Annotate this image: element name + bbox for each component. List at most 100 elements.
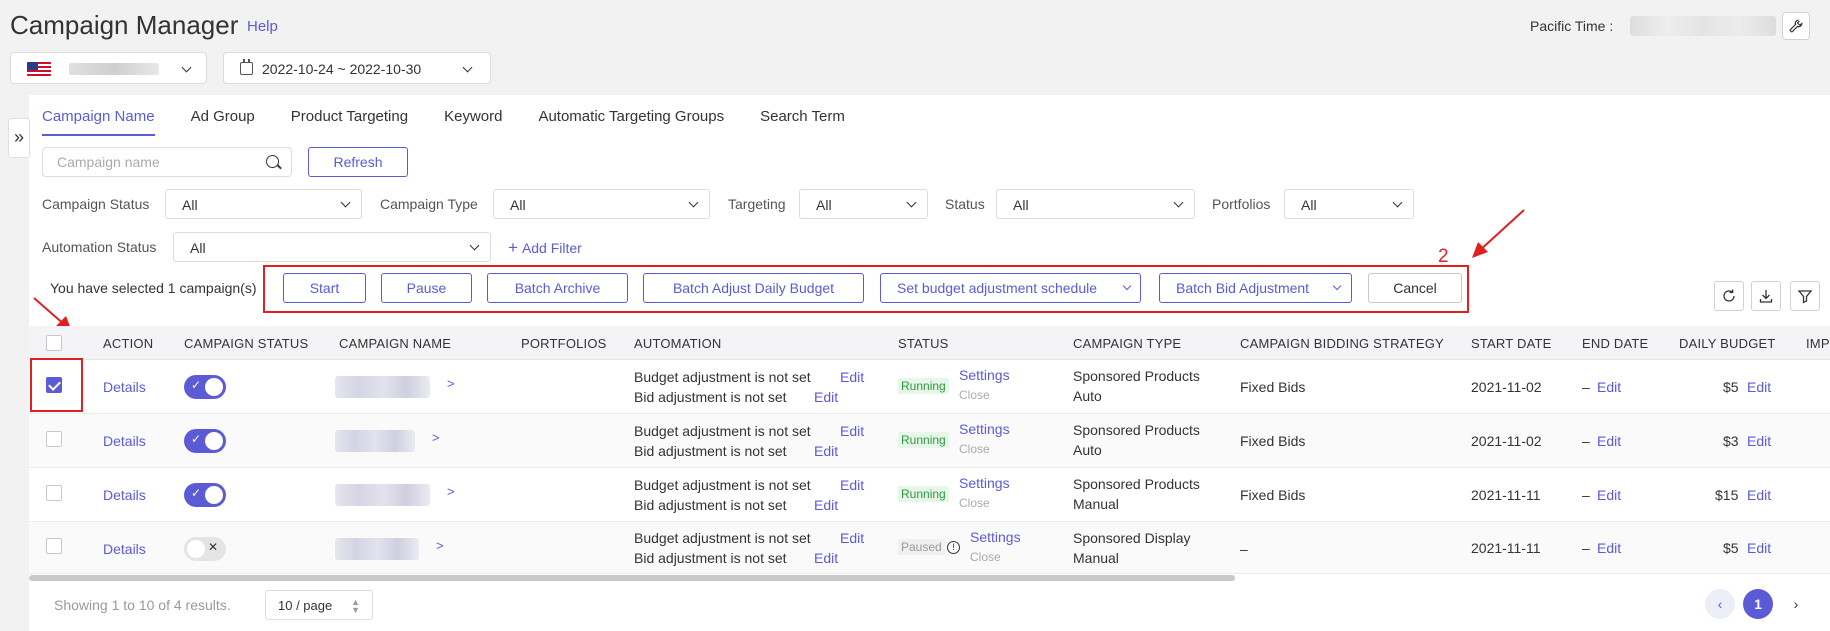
settings-link[interactable]: Settings [970, 529, 1021, 545]
tab-keyword[interactable]: Keyword [444, 108, 502, 136]
tab-campaign-name[interactable]: Campaign Name [42, 108, 155, 136]
settings-link[interactable]: Settings [959, 421, 1010, 437]
close-link[interactable]: Close [959, 496, 990, 510]
col-action: ACTION [103, 336, 154, 351]
refresh-icon[interactable] [1714, 281, 1744, 311]
close-link[interactable]: Close [959, 388, 990, 402]
select-all-checkbox[interactable] [46, 335, 62, 351]
campaign-name-redacted [335, 376, 430, 398]
bidding-strategy-text: Fixed Bids [1240, 433, 1306, 449]
close-link[interactable]: Close [970, 550, 1001, 564]
wrench-icon[interactable] [1782, 12, 1810, 40]
chevron-down-icon [181, 62, 192, 73]
status-badge: Running [898, 486, 949, 502]
portfolios-label: Portfolios [1212, 196, 1271, 212]
status-select[interactable]: All [996, 189, 1195, 219]
select-value: All [190, 240, 206, 256]
campaign-status-toggle[interactable]: ✓ [184, 483, 226, 507]
search-input[interactable] [57, 148, 267, 176]
campaign-type-select[interactable]: All [493, 189, 710, 219]
prev-page-icon[interactable]: ‹ [1705, 589, 1735, 619]
targeting-select[interactable]: All [799, 189, 928, 219]
marketplace-select[interactable] [10, 52, 207, 84]
chevron-right-icon[interactable]: > [436, 538, 444, 553]
targeting-type-text: Manual [1073, 496, 1119, 512]
edit-budget-automation-link[interactable]: Edit [840, 423, 864, 439]
filter-icon[interactable] [1790, 281, 1820, 311]
add-filter-button[interactable]: + Add Filter [508, 238, 582, 258]
details-link[interactable]: Details [103, 487, 146, 503]
expand-sidebar-icon[interactable]: » [8, 118, 30, 158]
edit-end-date-link[interactable]: Edit [1597, 540, 1621, 556]
chevron-right-icon[interactable]: > [447, 376, 455, 391]
batch-archive-button[interactable]: Batch Archive [487, 273, 628, 303]
results-summary: Showing 1 to 10 of 4 results. [54, 597, 231, 613]
edit-bid-automation-link[interactable]: Edit [814, 497, 838, 513]
horizontal-scrollbar[interactable] [29, 575, 1235, 581]
row-checkbox[interactable] [46, 485, 62, 501]
budget-schedule-dropdown[interactable]: Set budget adjustment schedule [880, 273, 1141, 303]
campaign-status-select[interactable]: All [165, 189, 362, 219]
chevron-right-icon[interactable]: > [447, 484, 455, 499]
pause-button[interactable]: Pause [381, 273, 472, 303]
check-icon: ✓ [191, 432, 202, 446]
batch-adjust-budget-button[interactable]: Batch Adjust Daily Budget [643, 273, 864, 303]
table-row: Details ✓ > Budget adjustment is not set… [29, 414, 1830, 468]
page-size-select[interactable]: 10 / page ▲ ▼ [265, 590, 373, 620]
tab-ad-group[interactable]: Ad Group [191, 108, 255, 136]
edit-budget-link[interactable]: Edit [1747, 487, 1771, 503]
date-range-picker[interactable]: 2022-10-24 ~ 2022-10-30 [223, 52, 491, 84]
edit-bid-automation-link[interactable]: Edit [814, 389, 838, 405]
edit-budget-link[interactable]: Edit [1747, 540, 1771, 556]
search-icon[interactable] [266, 155, 279, 168]
tab-automatic-targeting-groups[interactable]: Automatic Targeting Groups [538, 108, 724, 136]
campaign-status-toggle[interactable]: ✓ [184, 375, 226, 399]
cancel-button[interactable]: Cancel [1368, 273, 1462, 303]
edit-bid-automation-link[interactable]: Edit [814, 443, 838, 459]
portfolios-select[interactable]: All [1284, 189, 1414, 219]
details-link[interactable]: Details [103, 433, 146, 449]
download-icon[interactable] [1751, 281, 1781, 311]
edit-end-date-link[interactable]: Edit [1597, 433, 1621, 449]
chevron-right-icon[interactable]: > [432, 430, 440, 445]
refresh-button[interactable]: Refresh [308, 147, 408, 177]
table-row: Details ✕ > Budget adjustment is not set… [29, 522, 1830, 574]
edit-end-date-link[interactable]: Edit [1597, 379, 1621, 395]
edit-budget-automation-link[interactable]: Edit [840, 530, 864, 546]
row-checkbox[interactable] [46, 538, 62, 554]
select-value: All [510, 197, 526, 213]
campaign-status-toggle[interactable]: ✓ [184, 429, 226, 453]
tab-search-term[interactable]: Search Term [760, 108, 845, 136]
edit-budget-automation-link[interactable]: Edit [840, 477, 864, 493]
start-button[interactable]: Start [283, 273, 366, 303]
table-row: Details ✓ > Budget adjustment is not set… [29, 468, 1830, 522]
details-link[interactable]: Details [103, 379, 146, 395]
budget-schedule-label: Set budget adjustment schedule [897, 280, 1098, 296]
edit-budget-automation-link[interactable]: Edit [840, 369, 864, 385]
help-link[interactable]: Help [247, 18, 278, 35]
page-button-current[interactable]: 1 [1743, 589, 1773, 619]
tab-product-targeting[interactable]: Product Targeting [291, 108, 408, 136]
settings-link[interactable]: Settings [959, 475, 1010, 491]
automation-status-select[interactable]: All [173, 232, 491, 262]
add-filter-label: Add Filter [521, 240, 582, 256]
chevron-down-icon [688, 197, 699, 208]
edit-budget-link[interactable]: Edit [1747, 379, 1771, 395]
bidding-strategy-text: – [1240, 541, 1248, 557]
settings-link[interactable]: Settings [959, 367, 1010, 383]
row-checkbox[interactable] [46, 431, 62, 447]
next-page-icon[interactable]: › [1781, 589, 1811, 619]
edit-bid-automation-link[interactable]: Edit [814, 550, 838, 566]
budget-automation-text: Budget adjustment is not set [634, 423, 811, 439]
info-icon[interactable]: ! [947, 541, 960, 554]
close-link[interactable]: Close [959, 442, 990, 456]
col-bidding-strategy: CAMPAIGN BIDDING STRATEGY [1240, 336, 1444, 351]
bid-adjustment-dropdown[interactable]: Batch Bid Adjustment [1159, 273, 1352, 303]
details-link[interactable]: Details [103, 541, 146, 557]
edit-end-date-link[interactable]: Edit [1597, 487, 1621, 503]
selection-count: You have selected 1 campaign(s) [50, 280, 257, 296]
edit-budget-link[interactable]: Edit [1747, 433, 1771, 449]
chevron-down-icon [906, 197, 917, 208]
account-name-redacted [69, 63, 159, 75]
campaign-status-toggle[interactable]: ✕ [184, 537, 226, 561]
